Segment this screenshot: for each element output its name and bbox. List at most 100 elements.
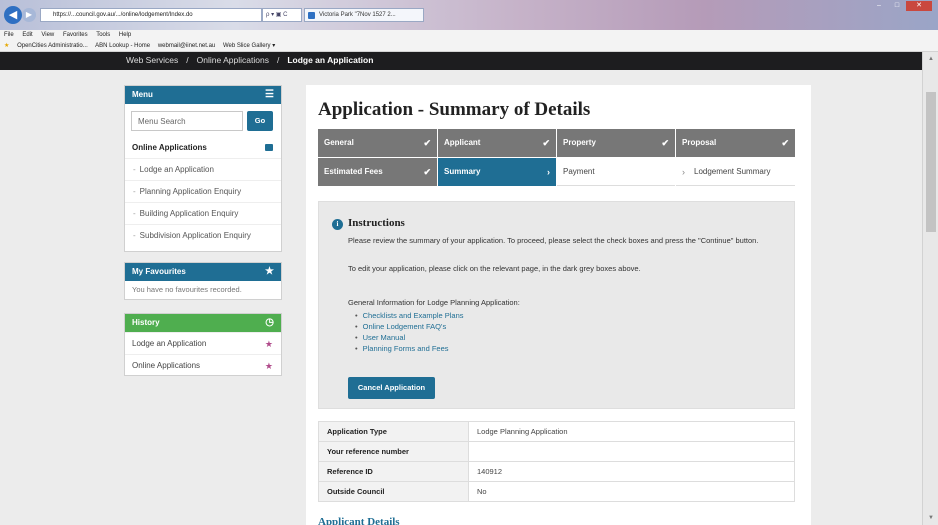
menu-search-input[interactable] [131,111,243,131]
close-icon[interactable]: ✕ [906,1,932,11]
step-label: Estimated Fees [324,167,383,176]
browser-menubar: File Edit View Favorites Tools Help [0,30,938,40]
step-label: Property [563,138,596,147]
scroll-thumb[interactable] [926,92,936,232]
forward-button[interactable]: ▶ [22,8,36,22]
sidebar-item-label: Building Application Enquiry [139,209,239,218]
address-controls[interactable]: ρ ▾ ▣ C [262,8,302,22]
hamburger-icon[interactable]: ☰ [265,86,274,104]
link-checklists[interactable]: Checklists and Example Plans [355,310,464,321]
applicant-details-heading: Applicant Details [318,516,400,525]
tab-title: Victoria Park "7Nov 1527 2... [319,12,396,18]
table-row: Your reference number [318,441,795,462]
add-favourite-star-icon[interactable]: ★ [265,355,273,377]
favorites-star-icon[interactable]: ★ [4,43,9,49]
chevron-right-icon: › [547,167,550,177]
favorite-link[interactable]: Web Slice Gallery ▾ [223,43,275,49]
check-icon: ✔ [423,138,431,148]
lock-icon [265,144,273,151]
minimize-icon[interactable]: – [870,1,888,11]
browser-tab[interactable]: Victoria Park "7Nov 1527 2... [304,8,424,22]
favorite-link[interactable]: webmail@iinet.net.au [158,43,215,49]
link-faq[interactable]: Online Lodgement FAQ's [355,321,464,332]
page-scrollbar[interactable]: ▲ ▼ [922,52,938,525]
breadcrumb-separator: / [186,55,189,65]
step-applicant[interactable]: Applicant ✔ [438,129,556,157]
favourites-panel: My Favourites ★ You have no favourites r… [124,262,282,300]
instructions-text: Please review the summary of your applic… [348,236,759,245]
sidebar-item-lodge[interactable]: - Lodge an Application [125,158,281,180]
step-summary[interactable]: Summary › [438,158,556,186]
link-forms-fees[interactable]: Planning Forms and Fees [355,343,464,354]
address-bar[interactable]: https://...council.gov.au/.../online/lod… [40,8,262,22]
detail-label: Application Type [318,421,469,442]
sidebar-item-label: Lodge an Application [139,165,214,174]
breadcrumb-web-services[interactable]: Web Services [126,55,178,65]
clock-icon: ◷ [265,317,274,328]
check-icon: ✔ [781,138,789,148]
detail-label: Reference ID [318,461,469,482]
instructions-box: i Instructions Please review the summary… [318,201,795,409]
menu-view[interactable]: View [41,32,54,38]
step-proposal[interactable]: Proposal ✔ [676,129,795,157]
link-user-manual[interactable]: User Manual [355,332,464,343]
favorite-link[interactable]: ABN Lookup - Home [95,43,150,49]
instructions-edit-text: To edit your application, please click o… [348,264,641,273]
menu-search-row: Go [125,104,281,138]
favourites-empty-text: You have no favourites recorded. [132,285,242,294]
breadcrumb: Web Services / Online Applications / Lodge a… [0,52,922,70]
menu-edit[interactable]: Edit [22,32,32,38]
window-controls: – □ ✕ [870,1,932,13]
go-button[interactable]: Go [247,111,273,131]
star-icon: ★ [265,266,274,277]
history-item[interactable]: Online Applications ★ [125,354,281,376]
menu-panel-title: Menu [132,90,153,99]
table-row: Outside Council No [318,481,795,502]
favorites-bar: ★ OpenCities Administratio... ABN Lookup… [0,40,938,52]
table-row: Reference ID 140912 [318,461,795,482]
application-details-table: Application Type Lodge Planning Applicat… [318,421,795,502]
detail-value: No [468,481,795,502]
breadcrumb-online-applications[interactable]: Online Applications [197,55,269,65]
page-title: Application - Summary of Details [318,99,591,120]
menu-tools[interactable]: Tools [96,32,110,38]
online-applications-heading[interactable]: Online Applications [125,138,281,158]
step-label: Proposal [682,138,717,147]
menu-file[interactable]: File [4,32,14,38]
detail-value [468,441,795,462]
scroll-up-icon[interactable]: ▲ [923,52,938,66]
step-property[interactable]: Property ✔ [557,129,675,157]
history-title: History [132,318,160,327]
step-estimated-fees[interactable]: Estimated Fees ✔ [318,158,437,186]
favourites-title: My Favourites [132,267,186,276]
step-label: Lodgement Summary [694,167,771,176]
check-icon: ✔ [542,138,550,148]
back-button[interactable]: ◀ [4,6,22,24]
bullet-icon: - [133,209,136,218]
cancel-application-button[interactable]: Cancel Application [348,377,435,399]
history-item[interactable]: Lodge an Application ★ [125,332,281,354]
bullet-icon: - [133,187,136,196]
info-icon: i [332,219,343,230]
browser-titlebar: ◀ ▶ https://...council.gov.au/.../online… [0,0,938,30]
step-payment: Payment [557,158,675,186]
add-favourite-star-icon[interactable]: ★ [265,333,273,355]
section-label: Online Applications [132,143,207,152]
main-content: Application - Summary of Details General… [306,85,811,525]
info-links: Checklists and Example Plans Online Lodg… [355,310,464,354]
history-header: History ◷ [125,314,281,332]
sidebar-item-subdivision-enquiry[interactable]: - Subdivision Application Enquiry [125,224,281,246]
menu-favorites[interactable]: Favorites [63,32,88,38]
sidebar-item-planning-enquiry[interactable]: - Planning Application Enquiry [125,180,281,202]
menu-help[interactable]: Help [119,32,131,38]
bullet-icon: - [133,231,136,240]
favorite-link[interactable]: OpenCities Administratio... [17,43,88,49]
bullet-icon: - [133,165,136,174]
sidebar-item-building-enquiry[interactable]: - Building Application Enquiry [125,202,281,224]
favicon-icon [308,12,315,19]
step-general[interactable]: General ✔ [318,129,437,157]
sidebar-item-label: Planning Application Enquiry [139,187,242,196]
scroll-down-icon[interactable]: ▼ [923,511,938,525]
maximize-icon[interactable]: □ [888,1,906,11]
menu-panel-header: Menu ☰ [125,86,281,104]
